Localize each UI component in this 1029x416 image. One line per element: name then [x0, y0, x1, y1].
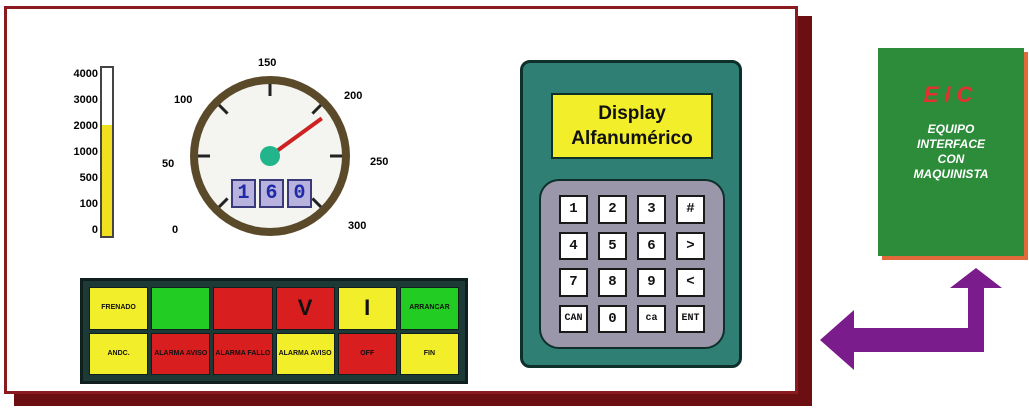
readout-digit: 0: [287, 179, 312, 208]
eic-title: EIC: [923, 82, 979, 107]
status-cell-alarma-fallo[interactable]: ALARMA FALLO: [213, 332, 273, 375]
gauge-label-250: 250: [370, 156, 389, 168]
gauge-label-200: 200: [344, 90, 363, 102]
status-cell-off[interactable]: OFF: [337, 332, 397, 375]
scale-label-1000: 1000: [73, 146, 98, 158]
status-cell-v[interactable]: V: [275, 287, 335, 330]
scale-label-500: 500: [79, 172, 98, 184]
gauge-digital-readout: 1 6 0: [231, 179, 312, 208]
level-scale: 4000 3000 2000 1000 500 100 0: [48, 68, 98, 244]
speed-gauge: [190, 76, 350, 236]
eic-line: EQUIPO: [927, 122, 975, 136]
key-2[interactable]: 2: [598, 195, 627, 224]
readout-digit: 1: [231, 179, 256, 208]
display-line-1: Display: [598, 103, 666, 124]
scale-label-2000: 2000: [73, 120, 98, 132]
keypad-terminal: Display Alfanumérico 1 2 3 # 4 5 6 > 7 8…: [520, 60, 742, 368]
status-cell-fin[interactable]: FIN: [399, 332, 459, 375]
bidirectional-arrow: [820, 268, 1002, 370]
display-line-2: Alfanumérico: [571, 128, 693, 149]
alphanumeric-display: Display Alfanumérico: [551, 93, 713, 159]
scale-label-3000: 3000: [73, 94, 98, 106]
gauge-label-100: 100: [174, 94, 193, 106]
key-enter[interactable]: ENT: [676, 304, 705, 333]
key-clear[interactable]: ca: [637, 304, 666, 333]
key-9[interactable]: 9: [637, 268, 666, 297]
status-cell-i[interactable]: I: [337, 287, 397, 330]
eic-line: INTERFACE: [916, 137, 985, 151]
gauge-label-150: 150: [258, 57, 277, 69]
key-1[interactable]: 1: [559, 195, 588, 224]
key-6[interactable]: 6: [637, 231, 666, 260]
eic-box: EIC EQUIPO INTERFACE CON MAQUINISTA: [878, 48, 1024, 256]
gauge-label-50: 50: [162, 158, 175, 170]
key-cancel[interactable]: CAN: [559, 304, 588, 333]
status-cell-alarma-aviso-2[interactable]: ALARMA AVISO: [275, 332, 335, 375]
key-3[interactable]: 3: [637, 195, 666, 224]
gauge-label-300: 300: [348, 220, 367, 232]
eic-line: MAQUINISTA: [913, 167, 989, 181]
key-8[interactable]: 8: [598, 268, 627, 297]
keypad: 1 2 3 # 4 5 6 > 7 8 9 < CAN 0 ca ENT: [539, 179, 725, 349]
level-bar: [100, 66, 114, 238]
status-cell-frenado[interactable]: FRENADO: [89, 287, 149, 330]
status-cell-arrancar[interactable]: ARRANCAR: [399, 287, 459, 330]
key-prev[interactable]: <: [676, 268, 705, 297]
key-next[interactable]: >: [676, 231, 705, 260]
status-indicator-panel: FRENADO V I ARRANCAR ANDC. ALARMA AVISO …: [80, 278, 468, 384]
status-cell-alarma-aviso[interactable]: ALARMA AVISO: [151, 332, 211, 375]
status-cell-green[interactable]: [151, 287, 211, 330]
key-hash[interactable]: #: [676, 195, 705, 224]
eic-line: CON: [937, 152, 965, 166]
level-bar-fill: [102, 125, 112, 236]
key-0[interactable]: 0: [598, 304, 627, 333]
key-5[interactable]: 5: [598, 231, 627, 260]
readout-digit: 6: [259, 179, 284, 208]
key-7[interactable]: 7: [559, 268, 588, 297]
gauge-hub: [260, 146, 280, 166]
scale-label-0: 0: [91, 224, 98, 236]
scale-label-100: 100: [79, 198, 98, 210]
status-cell-red[interactable]: [213, 287, 273, 330]
scale-label-4000: 4000: [73, 68, 98, 80]
key-4[interactable]: 4: [559, 231, 588, 260]
status-grid: FRENADO V I ARRANCAR ANDC. ALARMA AVISO …: [89, 287, 459, 375]
arrow-shape: [820, 268, 1002, 370]
gauge-label-0: 0: [172, 224, 179, 236]
status-cell-andc[interactable]: ANDC.: [89, 332, 149, 375]
